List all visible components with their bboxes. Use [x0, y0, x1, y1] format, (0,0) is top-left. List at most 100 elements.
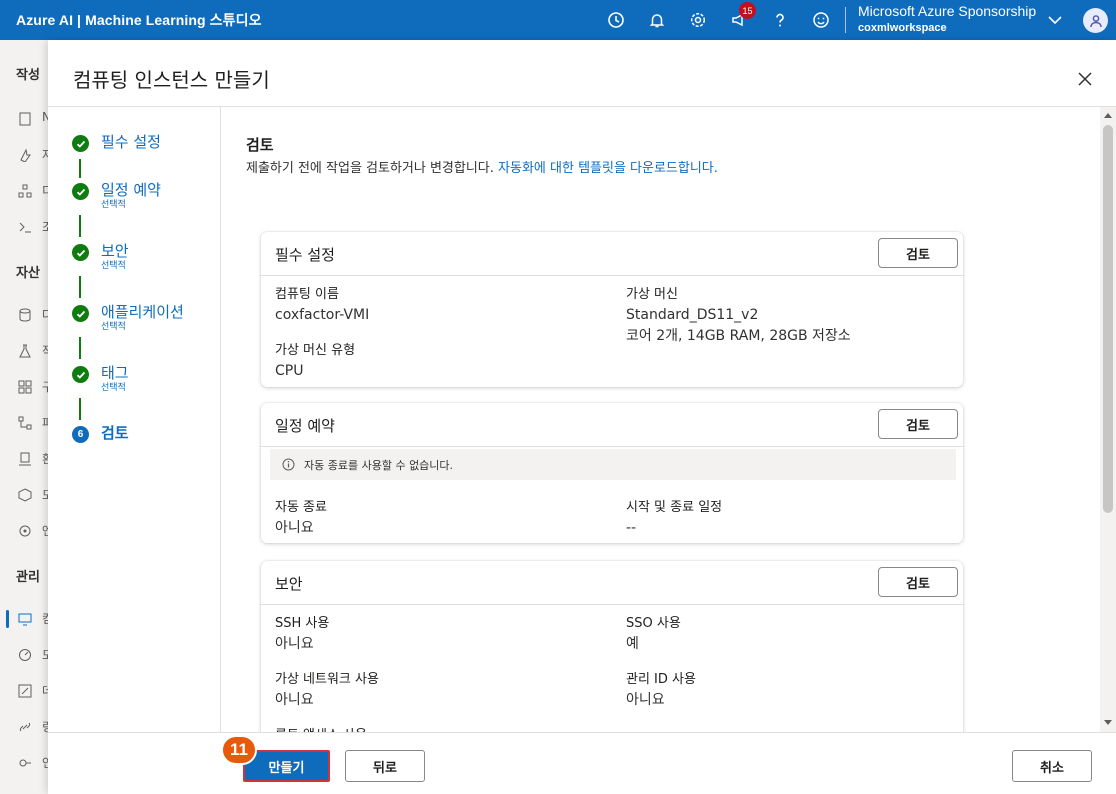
notebook-icon[interactable]: [18, 112, 32, 126]
link-icon[interactable]: [18, 720, 32, 734]
prompt-icon[interactable]: [18, 220, 32, 234]
field-value: coxfactor-VMI: [275, 307, 370, 323]
app-navigation: 작성 N 자 디 조 자산 다 작 구 파 환 모 엔 관리 컴 모 데 링 연: [0, 40, 48, 794]
nav-section-assets: 자산: [16, 266, 40, 281]
managed-id-field: 관리 ID 사용 아니요: [626, 668, 696, 710]
card-divider: [261, 604, 963, 605]
field-label: 가상 머신 유형: [275, 343, 356, 358]
pipeline-icon[interactable]: [18, 416, 32, 430]
auto-shutdown-field: 자동 종료 아니요: [275, 496, 327, 538]
notification-badge: 15: [739, 2, 756, 19]
vm-type-field: 가상 머신 유형 CPU: [275, 339, 355, 381]
components-icon[interactable]: [18, 380, 32, 394]
endpoint-icon[interactable]: [18, 524, 32, 538]
chevron-down-icon[interactable]: [1047, 12, 1063, 28]
checkmark-icon: [72, 366, 89, 383]
checkmark-icon: [72, 305, 89, 322]
step-optional-label: 선택적: [101, 322, 126, 332]
workspace-name: coxmlworkspace: [858, 22, 947, 34]
nav-section-authoring: 작성: [16, 68, 40, 83]
field-value-detail: 코어 2개, 14GB RAM, 28GB 저장소: [626, 328, 851, 344]
field-value: --: [626, 520, 637, 536]
vm-size-field: 가상 머신 Standard_DS11_v2 코어 2개, 14GB RAM, …: [626, 283, 851, 346]
field-value: 아니요: [275, 520, 314, 536]
scroll-thumb[interactable]: [1103, 125, 1113, 513]
person-icon: [1089, 14, 1102, 27]
avatar[interactable]: [1083, 8, 1108, 33]
connection-icon[interactable]: [18, 756, 32, 770]
scroll-down-icon[interactable]: [1104, 720, 1112, 725]
download-template-link[interactable]: 자동화에 대한 템플릿을 다운로드합니다.: [498, 161, 718, 176]
back-button[interactable]: 뒤로: [345, 750, 425, 782]
step-optional-label: 선택적: [101, 261, 126, 271]
review-content: 검토 제출하기 전에 작업을 검토하거나 변경합니다. 자동화에 대한 템플릿을…: [221, 107, 1101, 732]
monitor-gauge-icon[interactable]: [18, 648, 32, 662]
review-description-text: 제출하기 전에 작업을 검토하거나 변경합니다.: [246, 161, 494, 176]
card-title: 보안: [275, 575, 303, 593]
review-scheduling-button[interactable]: 검토: [878, 409, 958, 439]
field-value: 아니요: [275, 692, 314, 708]
step-label: 검토: [101, 424, 129, 442]
security-card: 보안 검토 SSH 사용 아니요 SSO 사용 예 가상 네트워크 사용 아니요…: [261, 561, 963, 732]
field-label: 가상 네트워크 사용: [275, 672, 379, 687]
close-icon[interactable]: [1078, 72, 1092, 86]
data-icon[interactable]: [18, 308, 32, 322]
nav-selected-indicator: [6, 610, 9, 628]
cancel-button[interactable]: 취소: [1012, 750, 1092, 782]
footer-divider: [48, 732, 1116, 733]
card-divider: [261, 275, 963, 276]
step-label: 필수 설정: [101, 133, 161, 151]
step-connector: [79, 337, 81, 359]
review-basics-button[interactable]: 검토: [878, 238, 958, 268]
info-text: 자동 종료를 사용할 수 없습니다.: [304, 458, 454, 472]
content-scrollbar[interactable]: [1100, 107, 1116, 732]
clock-icon[interactable]: [606, 10, 626, 30]
checkmark-icon: [72, 244, 89, 261]
automl-icon[interactable]: [18, 148, 32, 162]
model-cube-icon[interactable]: [18, 488, 32, 502]
review-security-button[interactable]: 검토: [878, 567, 958, 597]
card-title: 필수 설정: [275, 246, 335, 264]
review-description: 제출하기 전에 작업을 검토하거나 변경합니다. 자동화에 대한 템플릿을 다운…: [246, 157, 718, 176]
data-label-icon[interactable]: [18, 684, 32, 698]
info-message: 자동 종료를 사용할 수 없습니다.: [270, 449, 956, 480]
checkmark-icon: [72, 183, 89, 200]
designer-icon[interactable]: [18, 184, 32, 198]
field-value: 아니요: [626, 692, 665, 708]
account-name: Microsoft Azure Sponsorship: [858, 3, 1037, 19]
help-icon[interactable]: [770, 10, 790, 30]
topbar-divider: [845, 7, 846, 33]
step-optional-label: 선택적: [101, 383, 126, 393]
compute-icon[interactable]: [18, 612, 32, 626]
checkmark-icon: [72, 135, 89, 152]
dialog-title: 컴퓨팅 인스턴스 만들기: [73, 68, 270, 92]
flask-icon[interactable]: [18, 344, 32, 358]
sso-field: SSO 사용 예: [626, 612, 681, 654]
compute-name-field: 컴퓨팅 이름 coxfactor-VMI: [275, 283, 369, 325]
card-title: 일정 예약: [275, 417, 335, 435]
basics-card: 필수 설정 검토 컴퓨팅 이름 coxfactor-VMI 가상 머신 Stan…: [261, 232, 963, 387]
environment-icon[interactable]: [18, 452, 32, 466]
topbar-icons: 15: [606, 0, 852, 40]
step-connector: [79, 276, 81, 298]
field-label: 자동 종료: [275, 500, 327, 515]
step-optional-label: 선택적: [101, 200, 126, 210]
field-label: 루트 액세스 사용: [275, 724, 367, 732]
ssh-field: SSH 사용 아니요: [275, 612, 329, 654]
step-connector: [79, 215, 81, 237]
field-value: 예: [626, 636, 639, 652]
scheduling-card: 일정 예약 검토 자동 종료를 사용할 수 없습니다. 자동 종료 아니요 시작…: [261, 403, 963, 543]
feedback-megaphone-icon[interactable]: 15: [729, 2, 756, 30]
step-number: 6: [72, 426, 89, 443]
app-title[interactable]: Azure AI | Machine Learning 스튜디오: [0, 10, 262, 30]
bell-icon[interactable]: [647, 10, 667, 30]
step-connector: [79, 398, 81, 420]
field-value: 아니요: [275, 636, 314, 652]
info-icon: [282, 458, 295, 471]
create-compute-dialog: 컴퓨팅 인스턴스 만들기 필수 설정 일정 예약 선택적 보안 선택적 애플리케…: [48, 40, 1116, 794]
account-switcher[interactable]: Microsoft Azure Sponsorship coxmlworkspa…: [858, 2, 1036, 36]
smiley-icon[interactable]: [811, 10, 831, 30]
field-label: SSH 사용: [275, 616, 330, 631]
gear-icon[interactable]: [688, 10, 708, 30]
scroll-up-icon[interactable]: [1104, 113, 1112, 118]
